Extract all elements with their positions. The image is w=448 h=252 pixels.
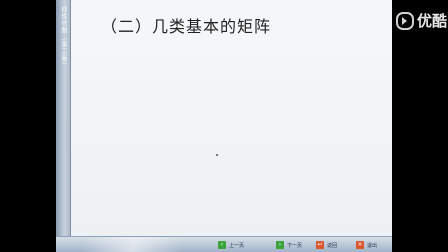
bar-decoration: [70, 237, 210, 252]
prev-page-button[interactable]: ‹ 上一页: [218, 240, 244, 250]
side-rail-text: 线性代数（第三版）: [60, 6, 67, 69]
navigation-bar: ‹ 上一页 › 下一页 ↩ 返回 × 退出: [56, 236, 392, 252]
prev-arrow-icon: ‹: [218, 241, 226, 249]
back-label: 返回: [327, 242, 338, 249]
play-logo-icon: [396, 11, 414, 30]
back-icon: ↩: [316, 241, 324, 249]
exit-label: 退出: [367, 242, 378, 249]
presentation-window: 线性代数（第三版） （二）几类基本的矩阵 ‹ 上一页 › 下一页 ↩ 返回 × …: [56, 0, 392, 252]
exit-button[interactable]: × 退出: [356, 240, 377, 250]
exit-icon: ×: [356, 241, 364, 249]
slide-canvas: （二）几类基本的矩阵: [71, 0, 392, 238]
watermark-text: 优酷: [417, 12, 448, 30]
side-rail: 线性代数（第三版）: [56, 0, 71, 252]
back-button[interactable]: ↩ 返回: [316, 240, 337, 250]
prev-page-label: 上一页: [229, 242, 245, 249]
next-page-button[interactable]: › 下一页: [276, 240, 302, 250]
next-page-label: 下一页: [287, 242, 303, 249]
youku-watermark: 优酷: [396, 10, 447, 31]
slide-title: （二）几类基本的矩阵: [101, 17, 272, 36]
cursor-dot: [216, 154, 218, 156]
next-arrow-icon: ›: [276, 241, 284, 249]
